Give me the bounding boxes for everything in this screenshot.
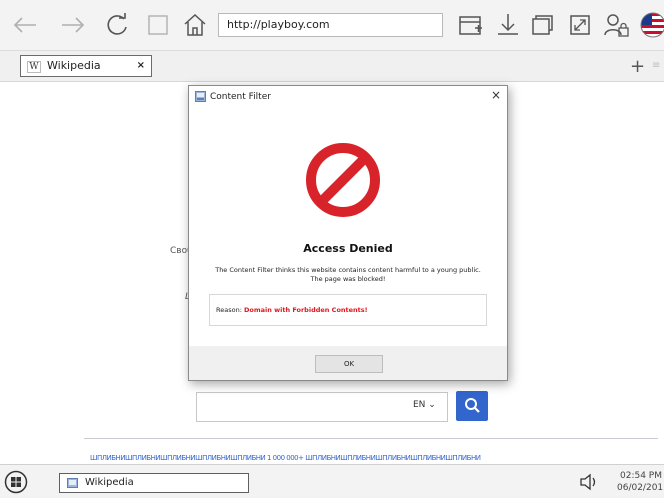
tab-title: Wikipedia xyxy=(47,59,101,72)
address-bar[interactable]: http://playboy.com xyxy=(218,13,443,37)
dialog-close-button[interactable]: × xyxy=(491,88,501,102)
back-icon[interactable] xyxy=(10,10,40,40)
language-links[interactable]: ШПЛИБНИШПЛИБНИШПЛИБНИШПЛИБНИШПЛИБНИ 1 00… xyxy=(90,454,610,462)
app-window-icon xyxy=(67,478,78,488)
taskbar-item-label: Wikipedia xyxy=(85,477,134,488)
stop-icon[interactable] xyxy=(143,10,173,40)
tab-wikipedia[interactable]: W Wikipedia × xyxy=(20,55,152,77)
dialog-message: The Content Filter thinks this website c… xyxy=(203,266,493,284)
clock-date[interactable]: 06/02/201 xyxy=(617,483,663,493)
volume-icon[interactable] xyxy=(578,472,600,492)
dialog-message-line2: The page was blocked! xyxy=(310,275,386,283)
search-button[interactable] xyxy=(456,391,488,421)
search-input[interactable] xyxy=(196,392,448,422)
browser-toolbar: http://playboy.com xyxy=(0,0,664,51)
reason-label: Reason: xyxy=(216,306,242,314)
fullscreen-icon[interactable] xyxy=(565,10,595,40)
home-icon[interactable] xyxy=(180,10,210,40)
windows-logo-icon xyxy=(4,470,28,494)
tab-menu-icon[interactable]: ≡ xyxy=(652,60,662,72)
page-divider xyxy=(84,438,658,439)
us-flag-icon[interactable] xyxy=(638,10,664,40)
access-denied-icon xyxy=(306,143,380,217)
add-bookmark-icon[interactable] xyxy=(455,10,485,40)
content-filter-icon xyxy=(195,91,206,102)
download-icon[interactable] xyxy=(493,10,523,40)
dialog-heading: Access Denied xyxy=(303,242,393,255)
dialog-title: Content Filter xyxy=(210,92,271,102)
clock-time[interactable]: 02:54 PM xyxy=(620,471,662,481)
language-selector[interactable]: EN ⌄ xyxy=(413,400,436,410)
user-lock-icon[interactable] xyxy=(601,10,631,40)
dialog-message-line1: The Content Filter thinks this website c… xyxy=(215,266,481,274)
ok-button[interactable]: OK xyxy=(315,355,383,373)
dialog-titlebar: Content Filter × xyxy=(189,86,507,108)
forward-icon[interactable] xyxy=(58,10,88,40)
reason-value: Domain with Forbidden Contents! xyxy=(243,306,368,314)
tab-close-button[interactable]: × xyxy=(137,56,145,76)
search-icon xyxy=(465,398,480,413)
reason-box: Reason: Domain with Forbidden Contents! xyxy=(209,294,487,326)
content-filter-dialog: Content Filter × Access Denied The Conte… xyxy=(188,85,508,381)
reload-icon[interactable] xyxy=(102,10,132,40)
wikipedia-favicon-icon: W xyxy=(27,61,41,73)
tab-strip: W Wikipedia × xyxy=(0,51,664,82)
taskbar-item-wikipedia[interactable]: Wikipedia xyxy=(59,473,249,493)
start-button[interactable] xyxy=(4,470,28,494)
dialog-footer: OK xyxy=(189,346,507,380)
taskbar: Wikipedia 02:54 PM 06/02/201 xyxy=(0,464,664,498)
window-icon[interactable] xyxy=(527,10,557,40)
new-tab-button[interactable]: + xyxy=(630,56,645,77)
